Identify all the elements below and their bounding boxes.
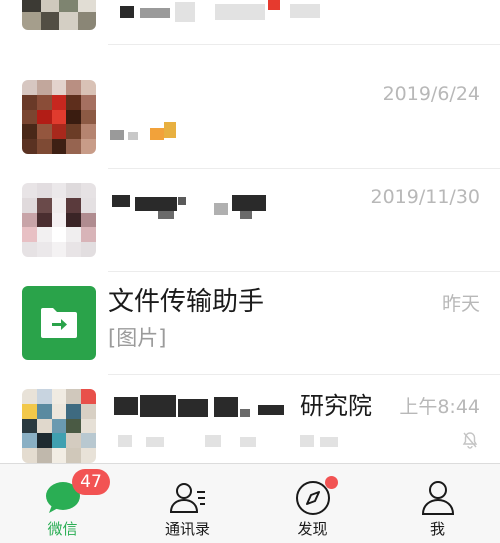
chat-list: 2019/6/24 2019/11/30 文件传输助手 [图片] 昨天 研究院 … [0,0,500,463]
avatar [22,80,96,154]
avatar [22,0,96,30]
tab-discover[interactable]: 发现 [250,464,375,543]
chat-preview: [图片] [108,326,167,350]
chat-time: 昨天 [441,293,480,315]
chat-name: 研究院 [300,392,372,420]
chat-time: 2019/11/30 [370,186,480,208]
chat-row[interactable]: 2019/6/24 [0,66,500,169]
tab-label: 发现 [297,520,328,538]
tab-label: 我 [429,520,445,538]
tab-label: 通讯录 [164,520,210,538]
notification-dot [325,476,338,489]
chat-row-file-helper[interactable]: 文件传输助手 [图片] 昨天 [0,272,500,375]
unread-badge: 47 [72,469,110,495]
chat-row[interactable] [0,0,500,45]
file-helper-avatar [22,286,96,360]
chat-row[interactable]: 2019/11/30 [0,169,500,272]
contacts-icon [169,483,205,513]
tab-me[interactable]: 我 [375,464,500,543]
chat-time: 上午8:44 [399,396,480,418]
avatar [22,389,96,463]
avatar [22,183,96,257]
folder-arrow-icon [41,308,77,338]
bottom-tab-bar: 47 微信 通讯录 发现 我 [0,463,500,543]
person-icon [421,481,454,515]
chat-name: 文件传输助手 [108,287,265,317]
tab-contacts[interactable]: 通讯录 [125,464,250,543]
tab-label: 微信 [47,520,78,538]
tab-chats[interactable]: 47 微信 [0,464,125,543]
chat-time: 2019/6/24 [382,83,480,105]
chat-row[interactable]: 研究院 上午8:44 [0,375,500,463]
mute-bell-icon [462,432,478,449]
